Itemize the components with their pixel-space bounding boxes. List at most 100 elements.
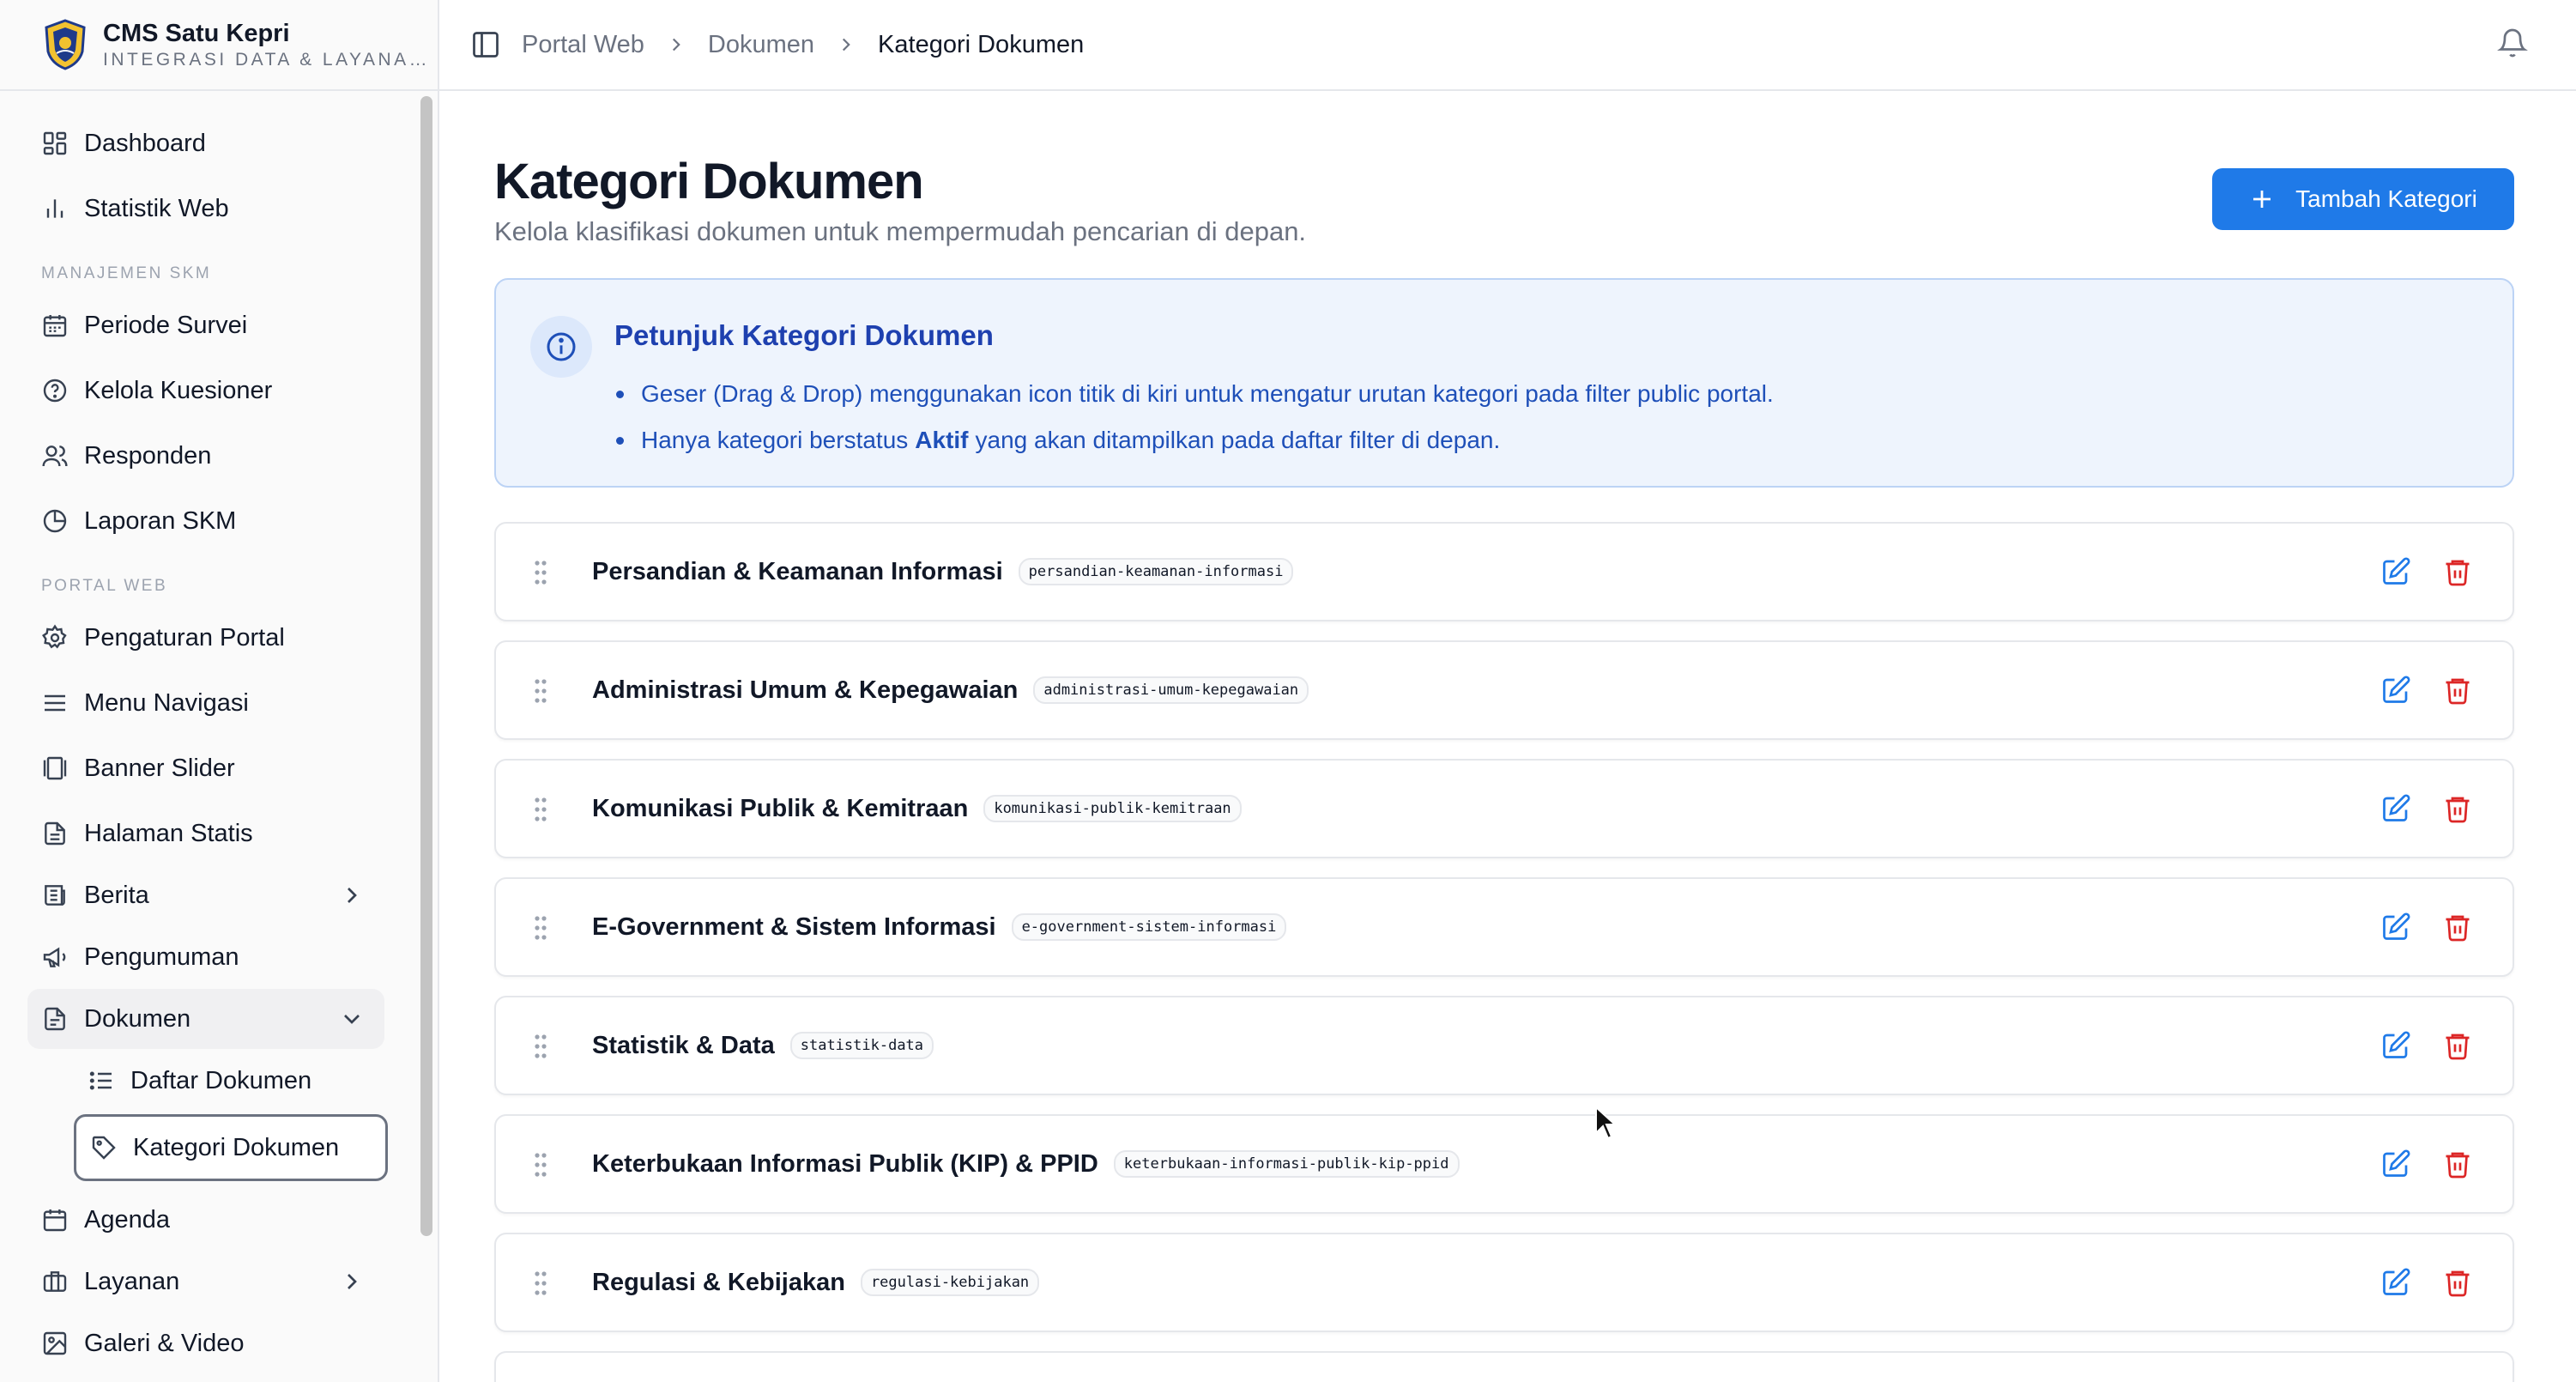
sidebar-item-agenda[interactable]: Agenda [27,1190,384,1250]
topbar: Portal Web Dokumen Kategori Dokumen [439,0,2576,91]
chevron-right-icon [672,38,680,52]
edit-icon[interactable] [2380,912,2411,943]
add-category-label: Tambah Kategori [2295,185,2477,212]
sidebar-scrollbar[interactable] [420,96,432,1236]
sidebar-item-label: Galeri & Video [84,1329,245,1357]
category-row[interactable]: Keterbukaan Informasi Publik (KIP) & PPI… [494,1114,2514,1214]
help-circle-icon [43,379,67,403]
trash-icon[interactable] [2442,556,2473,587]
sidebar-item-label: Laporan SKM [84,506,237,535]
sidebar-item-menu-navigasi[interactable]: Menu Navigasi [27,673,384,733]
sidebar-item-kategori-dokumen[interactable]: Kategori Dokumen [74,1114,388,1181]
sidebar-toggle-icon[interactable] [470,29,501,60]
info-line-2-pre: Hanya kategori berstatus [641,427,909,453]
chevron-right-icon [348,888,357,903]
category-row[interactable]: Statistik & Data statistik-data [494,996,2514,1095]
drag-handle-icon[interactable] [534,1270,547,1296]
category-slug-badge: regulasi-kebijakan [860,1269,1040,1296]
sidebar-item-banner-slider[interactable]: Banner Slider [27,738,384,798]
drag-handle-icon[interactable] [534,560,547,585]
sidebar-item-label: Menu Navigasi [84,688,249,717]
sidebar-item-label: Berita [84,881,149,909]
sidebar-item-kelola-kuesioner[interactable]: Kelola Kuesioner [27,361,384,421]
category-row[interactable]: Komunikasi Publik & Kemitraan komunikasi-… [494,759,2514,858]
sidebar-item-pengumuman[interactable]: Pengumuman [27,927,384,987]
breadcrumb-portal-web[interactable]: Portal Web [522,31,644,59]
category-name: E-Government & Sistem Informasi [592,912,996,941]
sidebar-item-statistik-web[interactable]: Statistik Web [27,179,384,239]
edit-icon[interactable] [2380,1030,2411,1061]
drag-handle-icon[interactable] [534,797,547,822]
category-slug-badge: administrasi-umum-kepegawaian [1033,676,1309,704]
trash-icon[interactable] [2442,1149,2473,1179]
sidebar-item-label: Daftar Dokumen [130,1066,312,1094]
sidebar-item-responden[interactable]: Responden [27,426,384,486]
drag-handle-icon[interactable] [534,1152,547,1178]
category-slug-badge: e-government-sistem-informasi [1011,913,1287,941]
category-row[interactable]: E-Government & Sistem Informasi e-governm… [494,877,2514,977]
info-icon [547,332,576,361]
edit-icon[interactable] [2380,556,2411,587]
trash-icon[interactable] [2442,793,2473,824]
sidebar-item-label: Dashboard [84,129,206,157]
drag-handle-icon[interactable] [534,1033,547,1059]
category-name-wrap: Keterbukaan Informasi Publik (KIP) & PPI… [592,1116,1460,1212]
category-row[interactable]: Persandian & Keamanan Informasi persandia… [494,522,2514,621]
category-name-wrap: Statistik & Data statistik-data [592,997,934,1094]
brand[interactable]: CMS Satu Kepri INTEGRASI DATA & LAYANA… [0,0,438,91]
sidebar-item-laporan-skm[interactable]: Laporan SKM [27,491,384,551]
sidebar-item-label: Pengumuman [84,943,239,971]
brand-subtitle: INTEGRASI DATA & LAYANA… [103,50,431,70]
category-row[interactable]: Administrasi Umum & Kepegawaian administr… [494,640,2514,740]
megaphone-icon [43,947,66,967]
category-row[interactable]: Akuntabilitas & Laporan Kinerjaakuntabil… [494,1351,2514,1382]
chevron-right-icon [843,38,850,52]
tag-icon [92,1136,116,1160]
category-row[interactable]: Regulasi & Kebijakan regulasi-kebijakan [494,1233,2514,1332]
sidebar-item-dashboard[interactable]: Dashboard [27,113,384,173]
menu-icon [45,694,65,712]
sidebar: CMS Satu Kepri INTEGRASI DATA & LAYANA… … [0,0,439,1382]
calendar-icon [43,315,67,337]
sidebar-item-periode-survei[interactable]: Periode Survei [27,295,384,355]
trash-icon[interactable] [2442,675,2473,706]
sidebar-item-daftar-dokumen[interactable]: Daftar Dokumen [74,1051,388,1111]
breadcrumb-dokumen[interactable]: Dokumen [708,31,814,59]
trash-icon[interactable] [2442,912,2473,943]
category-slug-badge: keterbukaan-informasi-publik-kip-ppid [1113,1150,1460,1178]
edit-icon[interactable] [2380,675,2411,706]
drag-handle-icon[interactable] [534,678,547,704]
document-icon [45,1007,65,1031]
info-line-2-bold: Aktif [915,427,969,453]
edit-icon[interactable] [2380,793,2411,824]
info-icon-wrap [530,316,592,378]
category-name-wrap: E-Government & Sistem Informasi e-governm… [592,879,1287,975]
category-name-wrap: Komunikasi Publik & Kemitraan komunikasi-… [592,761,1242,857]
category-name: Regulasi & Kebijakan [592,1268,845,1296]
trash-icon[interactable] [2442,1267,2473,1298]
sidebar-item-label: Layanan [84,1267,180,1295]
bullet-icon [616,390,624,398]
edit-icon[interactable] [2380,1267,2411,1298]
info-title: Petunjuk Kategori Dokumen [614,319,994,351]
kepri-logo-icon [45,19,86,70]
section-label-skm: MANAJEMEN SKM [41,264,212,282]
image-icon [43,1331,67,1355]
category-slug-badge: persandian-keamanan-informasi [1018,558,1294,585]
category-name: Komunikasi Publik & Kemitraan [592,794,969,822]
sidebar-item-berita[interactable]: Berita [27,865,384,925]
sidebar-item-label: Statistik Web [84,194,229,222]
edit-icon[interactable] [2380,1149,2411,1179]
bullet-icon [616,436,624,445]
calendar-icon [43,1209,67,1232]
category-name-wrap: Regulasi & Kebijakan regulasi-kebijakan [592,1234,1040,1330]
sidebar-item-galeri-video[interactable]: Galeri & Video [27,1313,384,1373]
drag-handle-icon[interactable] [534,915,547,941]
trash-icon[interactable] [2442,1030,2473,1061]
bell-icon[interactable] [2497,27,2528,58]
sidebar-item-pengaturan-portal[interactable]: Pengaturan Portal [27,608,384,668]
sidebar-item-layanan[interactable]: Layanan [27,1252,384,1312]
sidebar-item-halaman-statis[interactable]: Halaman Statis [27,803,384,864]
sidebar-item-dokumen[interactable]: Dokumen [27,989,384,1049]
add-category-button[interactable]: Tambah Kategori [2212,168,2514,230]
